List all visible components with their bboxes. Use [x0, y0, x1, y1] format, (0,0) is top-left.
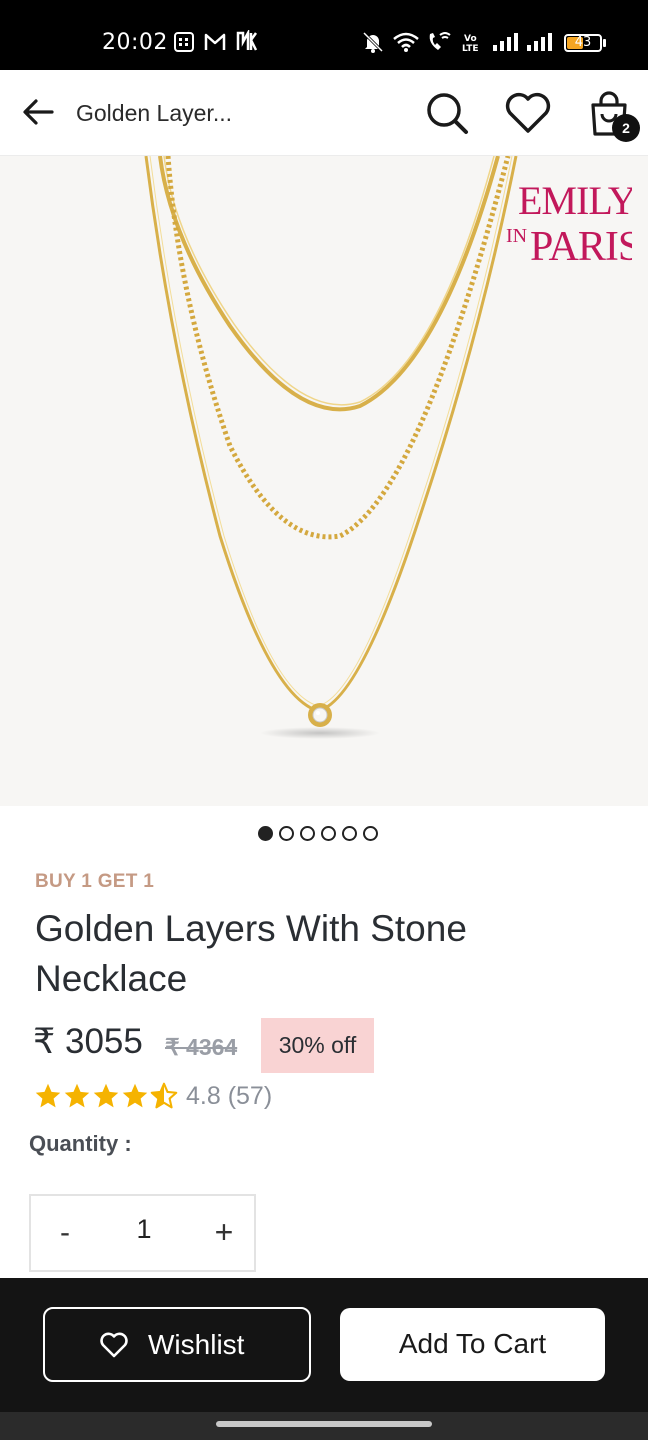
app-bar: Golden Layer...	[0, 70, 648, 156]
star-full-icon	[64, 1083, 90, 1108]
sim-card-icon	[174, 32, 194, 52]
quantity-value[interactable]: 1	[131, 1214, 157, 1245]
search-icon[interactable]	[424, 90, 470, 136]
page-title: Golden Layer...	[76, 100, 232, 126]
svg-text:Vo: Vo	[464, 34, 477, 44]
signal-icon	[493, 33, 518, 51]
quantity-stepper: - 1 +	[29, 1194, 256, 1272]
svg-text:LTE: LTE	[462, 44, 479, 53]
bottom-action-bar: Wishlist Add To Cart	[0, 1278, 648, 1412]
signal-icon	[527, 33, 552, 51]
status-bar: 20:02 Vo LTE 43	[0, 0, 648, 70]
heart-icon	[100, 1332, 128, 1358]
wishlist-button[interactable]: Wishlist	[43, 1307, 311, 1382]
star-full-icon	[93, 1083, 119, 1108]
star-half-icon	[150, 1082, 178, 1109]
svg-text:PARIS: PARIS	[530, 224, 632, 266]
gallery-dot[interactable]	[300, 826, 315, 841]
gallery-dot[interactable]	[321, 826, 336, 841]
wifi-calling-icon	[429, 32, 451, 50]
back-arrow-icon[interactable]	[20, 94, 56, 130]
volte-icon: Vo LTE	[462, 34, 479, 53]
product-image[interactable]: EMILY IN PARIS	[0, 156, 648, 806]
cart-count-badge[interactable]: 2	[612, 114, 640, 142]
sale-price: ₹ 3055	[33, 1022, 143, 1061]
gallery-dot[interactable]	[342, 826, 357, 841]
battery-icon: 43	[564, 34, 602, 52]
add-to-cart-button-label: Add To Cart	[398, 1328, 547, 1359]
quantity-increase-button[interactable]: +	[209, 1214, 239, 1251]
quantity-decrease-button[interactable]: -	[53, 1216, 77, 1250]
battery-level: 43	[574, 35, 592, 50]
star-full-icon	[122, 1083, 148, 1108]
gallery-pagination	[258, 826, 378, 844]
gmail-icon	[204, 33, 226, 50]
discount-badge: 30% off	[261, 1018, 374, 1073]
rating-summary[interactable]: 4.8 (57)	[186, 1082, 272, 1111]
svg-text:IN: IN	[506, 225, 527, 247]
add-to-cart-button[interactable]: Add To Cart	[340, 1308, 605, 1381]
star-full-icon	[35, 1083, 61, 1108]
svg-text:EMILY: EMILY	[518, 178, 632, 223]
status-time: 20:02	[102, 30, 168, 55]
emily-in-paris-logo: EMILY IN PARIS	[506, 178, 632, 266]
product-title: Golden Layers With Stone Necklace	[35, 908, 467, 999]
promo-tag: BUY 1 GET 1	[35, 871, 155, 892]
wishlist-button-label: Wishlist	[148, 1329, 245, 1360]
app-notification-icon	[236, 30, 258, 51]
gallery-dot[interactable]	[258, 826, 273, 841]
gallery-dot[interactable]	[363, 826, 378, 841]
rating-stars[interactable]	[34, 1082, 178, 1110]
wifi-icon	[393, 32, 419, 52]
silent-icon	[362, 31, 384, 53]
quantity-label: Quantity :	[29, 1131, 132, 1156]
system-navigation-bar	[0, 1412, 648, 1440]
heart-icon[interactable]	[504, 90, 552, 136]
original-price: ₹ 4364	[165, 1034, 238, 1060]
gallery-dot[interactable]	[279, 826, 294, 841]
home-gesture-handle[interactable]	[216, 1421, 432, 1427]
battery-tip	[603, 39, 606, 47]
